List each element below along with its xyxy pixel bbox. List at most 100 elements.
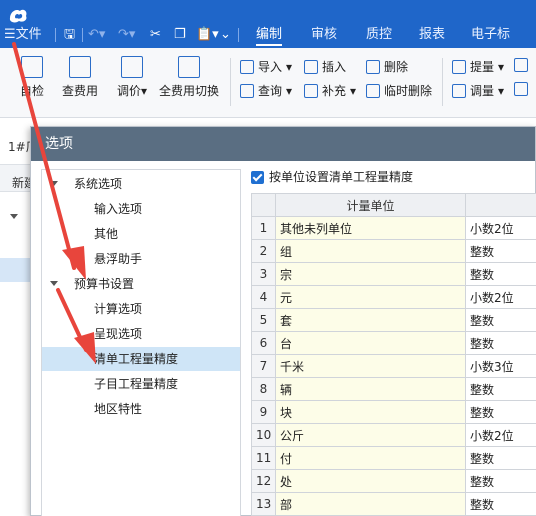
unit-cell[interactable]: 千米: [275, 354, 466, 378]
dropdown-arrow-icon: ▾: [498, 83, 505, 98]
row-index: 1: [251, 216, 276, 240]
tree-item-bill-quantity-precision[interactable]: 清单工程量精度: [42, 347, 240, 371]
paste-icon[interactable]: 📋▾: [196, 27, 219, 43]
unit-precision-checkbox-label[interactable]: 按单位设置清单工程量精度: [269, 169, 413, 186]
expand-icon[interactable]: [50, 181, 58, 186]
supplement-button[interactable]: 补充 ▾: [304, 82, 356, 99]
precision-cell[interactable]: 小数3位: [465, 354, 536, 378]
precision-cell[interactable]: 整数: [465, 331, 536, 355]
tree-item-system-options[interactable]: 系统选项: [74, 172, 122, 196]
expand-icon[interactable]: [50, 281, 58, 286]
tree-item-budget-settings[interactable]: 预算书设置: [74, 272, 134, 296]
precision-cell[interactable]: 整数: [465, 446, 536, 470]
tree-item-display-options[interactable]: 呈现选项: [94, 322, 142, 346]
precision-cell[interactable]: 整数: [465, 377, 536, 401]
unit-cell[interactable]: 宗: [275, 262, 466, 286]
precision-cell[interactable]: 整数: [465, 492, 536, 516]
table-row[interactable]: 8 辆整数: [251, 377, 536, 401]
precision-cell[interactable]: 小数2位: [465, 423, 536, 447]
header-precision: [465, 193, 536, 217]
unit-cell[interactable]: 辆: [275, 377, 466, 401]
copy-icon[interactable]: ❐: [174, 27, 186, 43]
precision-cell[interactable]: 整数: [465, 239, 536, 263]
insert-button[interactable]: 插入: [304, 58, 346, 75]
header-index: [251, 193, 276, 217]
unit-cell[interactable]: 台: [275, 331, 466, 355]
adjust-quantity-icon: [452, 83, 466, 98]
unit-cell[interactable]: 套: [275, 308, 466, 332]
query-cost-button[interactable]: 查费用: [58, 56, 102, 99]
unit-cell[interactable]: 处: [275, 469, 466, 493]
extract-quantity-button[interactable]: 提量 ▾: [452, 58, 504, 75]
tree-item-floating-assistant[interactable]: 悬浮助手: [94, 247, 142, 271]
row-index: 6: [251, 331, 276, 355]
extract-quantity-label: 提量: [470, 60, 495, 74]
table-row[interactable]: 13 部整数: [251, 492, 536, 516]
table-row[interactable]: 2 组整数: [251, 239, 536, 263]
full-cost-switch-label: 全费用切换: [158, 84, 219, 98]
adjust-price-button[interactable]: 调价▾: [112, 56, 152, 99]
full-cost-switch-button[interactable]: 全费用切换: [158, 56, 220, 99]
unit-cell[interactable]: 部: [275, 492, 466, 516]
tree-item-regional-features[interactable]: 地区特性: [94, 397, 142, 421]
tree-item-calc-options[interactable]: 计算选项: [94, 297, 142, 321]
adjust-quantity-button[interactable]: 调量 ▾: [452, 82, 504, 99]
more-chevron-icon[interactable]: ⌄: [220, 27, 231, 43]
row-index: 8: [251, 377, 276, 401]
unit-precision-checkbox[interactable]: [251, 171, 264, 184]
table-row[interactable]: 12 处整数: [251, 469, 536, 493]
tab-zhikong[interactable]: 质控: [366, 24, 392, 46]
precision-cell[interactable]: 小数2位: [465, 285, 536, 309]
unit-cell[interactable]: 块: [275, 400, 466, 424]
temp-delete-button[interactable]: 临时删除: [366, 82, 432, 99]
tab-baobiao[interactable]: 报表: [419, 24, 445, 46]
unit-cell[interactable]: 组: [275, 239, 466, 263]
delete-icon: [366, 59, 380, 74]
tree-item-sub-quantity-precision[interactable]: 子目工程量精度: [94, 372, 178, 396]
unit-cell[interactable]: 其他未列单位: [275, 216, 466, 240]
tree-item-other[interactable]: 其他: [94, 222, 118, 246]
title-bar: ☰文件 🖫 ↶▾ ↷▾ ✂ ❐ 📋▾ ⌄ 编制 审核 质控 报表 电子标: [0, 0, 536, 48]
precision-cell[interactable]: 整数: [465, 308, 536, 332]
delete-button[interactable]: 删除: [366, 58, 408, 75]
supplement-icon: [304, 83, 318, 98]
dialog-title: 选项: [31, 127, 535, 161]
tab-bianzhi[interactable]: 编制: [256, 24, 283, 46]
precision-cell[interactable]: 小数2位: [465, 216, 536, 240]
table-row[interactable]: 1 其他未列单位 小数2位: [251, 216, 536, 240]
table-row[interactable]: 10 公斤 小数2位: [251, 423, 536, 447]
save-icon[interactable]: 🖫: [64, 27, 75, 43]
tab-dianzibiao[interactable]: 电子标: [471, 24, 510, 46]
expand-icon[interactable]: [10, 214, 18, 219]
table-row[interactable]: 5 套整数: [251, 308, 536, 332]
unit-cell[interactable]: 付: [275, 446, 466, 470]
tab-shenhe[interactable]: 审核: [311, 24, 337, 46]
row-index: 5: [251, 308, 276, 332]
table-row[interactable]: 3 宗整数: [251, 262, 536, 286]
table-row[interactable]: 6 台整数: [251, 331, 536, 355]
adjust-price-label: 调价: [116, 84, 141, 98]
import-button[interactable]: 导入 ▾: [240, 58, 292, 75]
precision-cell[interactable]: 整数: [465, 400, 536, 424]
precision-cell[interactable]: 整数: [465, 262, 536, 286]
precision-cell[interactable]: 整数: [465, 469, 536, 493]
divider: [238, 28, 239, 42]
tree-item-input-options[interactable]: 输入选项: [94, 197, 142, 221]
table-row[interactable]: 9 块整数: [251, 400, 536, 424]
dropdown-arrow-icon: ▾: [286, 83, 293, 98]
table-row[interactable]: 7 千米 小数3位: [251, 354, 536, 378]
edit-icon[interactable]: [514, 82, 528, 96]
lock-icon[interactable]: [514, 58, 528, 72]
undo-icon[interactable]: ↶▾: [88, 27, 105, 43]
table-row[interactable]: 4 元小数2位: [251, 285, 536, 309]
query-button[interactable]: 查询 ▾: [240, 82, 292, 99]
file-menu[interactable]: ☰文件: [4, 24, 42, 46]
table-row[interactable]: 11 付整数: [251, 446, 536, 470]
selected-row[interactable]: [0, 258, 30, 282]
cut-icon[interactable]: ✂: [150, 27, 161, 43]
unit-cell[interactable]: 公斤: [275, 423, 466, 447]
self-check-button[interactable]: 自检: [14, 56, 50, 99]
unit-cell[interactable]: 元: [275, 285, 466, 309]
redo-icon[interactable]: ↷▾: [118, 27, 135, 43]
import-icon: [240, 59, 254, 74]
